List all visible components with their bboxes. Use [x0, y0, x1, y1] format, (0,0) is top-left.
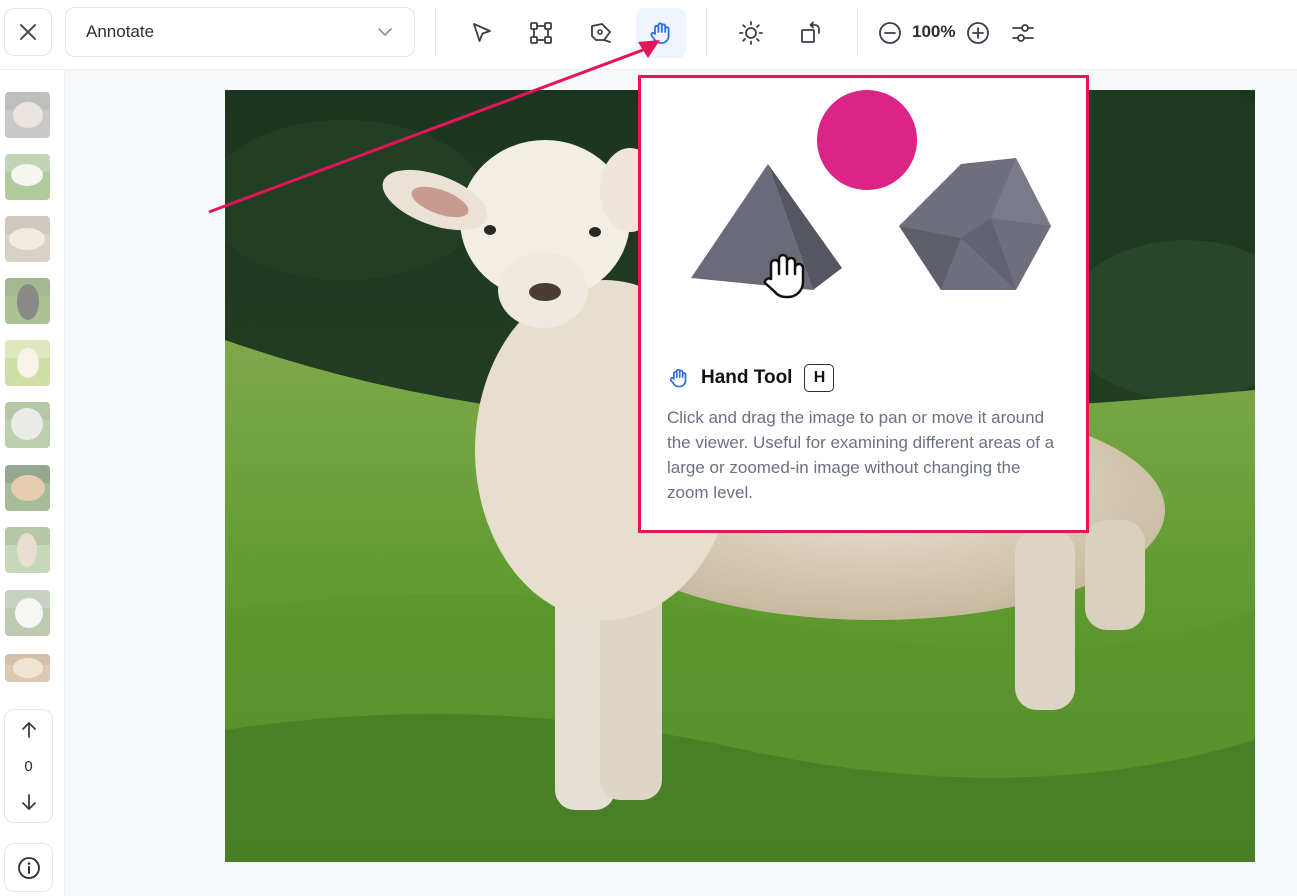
- close-icon: [20, 24, 36, 40]
- close-button[interactable]: [4, 8, 52, 56]
- thumbnail[interactable]: [5, 278, 50, 324]
- mode-select[interactable]: Annotate: [65, 7, 415, 57]
- rotate-icon: [801, 21, 820, 43]
- hand-icon: [669, 368, 687, 388]
- pen-icon: [591, 23, 611, 43]
- thumbnail[interactable]: [5, 654, 50, 682]
- mode-select-value: Annotate: [86, 22, 155, 41]
- hand-tool-button[interactable]: [636, 8, 686, 58]
- pen-tool-button[interactable]: [576, 8, 626, 58]
- toolbar-divider: [857, 8, 858, 56]
- info-icon: [17, 856, 40, 879]
- thumbnail-sidebar: 0: [0, 70, 65, 896]
- next-page-button[interactable]: [17, 790, 41, 814]
- thumbnail[interactable]: [5, 527, 50, 573]
- bounding-box-tool-button[interactable]: [516, 8, 566, 58]
- chevron-down-icon: [378, 28, 392, 36]
- page-number: 0: [24, 758, 33, 775]
- thumbnail[interactable]: [5, 92, 50, 138]
- tooltip-title: Hand Tool: [701, 367, 793, 388]
- hand-icon: [650, 22, 670, 44]
- zoom-in-button[interactable]: [953, 8, 1003, 58]
- info-button[interactable]: [4, 843, 53, 892]
- arrow-up-icon: [22, 722, 36, 738]
- sun-icon: [739, 21, 763, 45]
- arrow-down-icon: [22, 794, 36, 810]
- zoom-in-icon: [967, 22, 989, 44]
- thumbnail[interactable]: [5, 340, 50, 386]
- select-tool-button[interactable]: [457, 8, 507, 58]
- tooltip-header: Hand Tool H: [667, 364, 835, 392]
- thumbnail[interactable]: [5, 465, 50, 511]
- zoom-level: 100%: [912, 22, 956, 41]
- zoom-out-button[interactable]: [865, 8, 915, 58]
- rotate-button[interactable]: [786, 8, 836, 58]
- page-navigator: 0: [4, 709, 53, 823]
- bounding-box-icon: [530, 22, 552, 44]
- toolbar-divider: [706, 8, 707, 56]
- brightness-button[interactable]: [726, 8, 776, 58]
- keyboard-shortcut-badge: H: [804, 364, 835, 392]
- thumbnail[interactable]: [5, 590, 50, 636]
- sliders-icon: [1012, 24, 1034, 42]
- thumbnail[interactable]: [5, 216, 50, 262]
- hand-tool-illustration: [691, 90, 1051, 299]
- top-toolbar: Annotate 100%: [0, 0, 1297, 70]
- zoom-out-icon: [879, 22, 901, 44]
- previous-page-button[interactable]: [17, 718, 41, 742]
- cursor-arrow-icon: [473, 23, 491, 42]
- tooltip-description: Click and drag the image to pan or move …: [667, 408, 1055, 502]
- adjustments-button[interactable]: [998, 8, 1048, 58]
- hand-tool-tooltip: Hand Tool H Click and drag the image to …: [638, 75, 1089, 533]
- toolbar-divider: [435, 8, 436, 56]
- thumbnail[interactable]: [5, 402, 50, 448]
- thumbnail[interactable]: [5, 154, 50, 200]
